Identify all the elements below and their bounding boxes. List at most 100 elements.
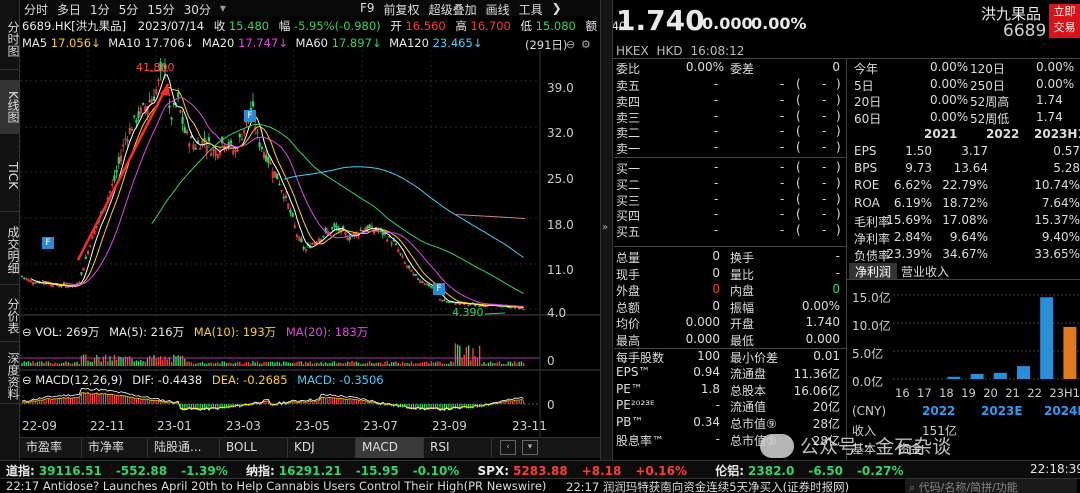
profit-bar[interactable]: [1063, 326, 1077, 379]
volume-bar: [133, 361, 135, 366]
volume-bar: [27, 361, 30, 366]
tab-net-profit[interactable]: 净利润: [849, 263, 897, 279]
macd-bar: [349, 399, 351, 404]
volume-bar: [252, 361, 254, 366]
perf-value: 0.00%: [930, 109, 969, 124]
fin-label: ROE: [854, 178, 880, 193]
fin-value: 5.28: [1053, 161, 1080, 176]
overlay-button[interactable]: 超级叠加: [429, 1, 477, 18]
tab-fenshi[interactable]: 分时图: [0, 8, 20, 70]
period-15min[interactable]: 15分: [147, 1, 174, 18]
trade-button-line1: 立即: [1053, 5, 1076, 18]
candle: [260, 146, 263, 150]
book-paren-left: (: [796, 160, 801, 174]
tab-pe[interactable]: 市盈率: [20, 437, 82, 458]
f-marker[interactable]: F: [42, 237, 54, 249]
macd-bar: [342, 399, 344, 404]
search-box[interactable]: ⌕ 代码/名称/简拼/功能: [905, 479, 1077, 493]
fin-label: 净利率: [854, 232, 891, 246]
trade-button[interactable]: 立即 交易: [1049, 4, 1080, 38]
period-1min[interactable]: 1分: [90, 1, 110, 18]
quote-time: 16:08:12: [690, 44, 745, 58]
macd-collapse-icon[interactable]: ⊖: [22, 373, 32, 387]
macd-bar: [36, 401, 38, 404]
f-marker[interactable]: F: [244, 110, 256, 122]
fin-value: 9.40%: [1041, 230, 1080, 244]
period-fenshi[interactable]: 分时: [24, 1, 48, 18]
tools-button[interactable]: 工具: [519, 1, 543, 18]
macd-bar: [155, 401, 157, 404]
ticker-value: 16291.21: [278, 464, 342, 478]
tab-macd[interactable]: MACD: [356, 437, 424, 458]
macd-bar: [256, 404, 258, 405]
book-price: -: [714, 140, 719, 155]
news-text: Antidose? Launches April 20th to Help Ca…: [42, 479, 546, 493]
candle: [141, 102, 145, 105]
tab-revenue[interactable]: 营业收入: [901, 263, 949, 280]
watermark-text: 公众号 · 金石杂谈: [800, 436, 952, 458]
f-marker[interactable]: F: [433, 283, 445, 295]
volume-bar: [278, 362, 281, 366]
profit-bar[interactable]: [993, 372, 1007, 379]
macd-header: ⊖ MACD(12,26,9) DIF: -0.4438 DEA: -0.268…: [22, 373, 384, 389]
volume-bar: [43, 363, 45, 366]
volume-bar: [239, 361, 241, 366]
news-item[interactable]: 22:17 润润玛特获南向资金连续5天净买入(证券时报网): [566, 479, 896, 493]
profit-bar[interactable]: [970, 373, 984, 379]
tab-trade-detail[interactable]: 成交明细: [0, 215, 20, 285]
book-price: -: [714, 160, 719, 174]
vol-ma10: MA(10): 193万: [193, 325, 277, 339]
fin-label: EPS: [854, 144, 877, 158]
f9-button[interactable]: F9: [360, 1, 375, 18]
profit-bar[interactable]: [1040, 297, 1054, 379]
volume-bar: [496, 362, 498, 366]
book-volume: -: [780, 160, 785, 174]
volume-bar: [408, 363, 410, 366]
tab-depth[interactable]: 深度资料: [0, 348, 20, 404]
volume-bar: [100, 361, 102, 366]
macd-bar: [144, 399, 146, 404]
fin-value: 22.79%: [942, 178, 988, 193]
wc-value: 0: [832, 60, 840, 74]
tab-connect[interactable]: 陆股通...: [148, 437, 220, 458]
profit-bar[interactable]: [1017, 366, 1030, 379]
tab-boll[interactable]: BOLL: [220, 437, 288, 458]
vol-collapse-icon[interactable]: ⊖: [22, 325, 32, 339]
chevron-right-icon[interactable]: ❯: [552, 1, 562, 18]
tab-kdj[interactable]: KDJ: [288, 437, 356, 458]
period-30min[interactable]: 30分: [184, 1, 211, 18]
ticker-change: -15.95: [355, 464, 399, 478]
scroll-left-icon[interactable]: ‹: [500, 440, 516, 455]
ma10-value: 17.706↓: [144, 36, 195, 50]
tab-kline[interactable]: K线图: [0, 80, 20, 134]
candle: [421, 281, 424, 284]
period-dropdown-icon[interactable]: ▾: [220, 1, 226, 18]
news-item[interactable]: 22:17 Antidose? Launches April 20th to H…: [6, 479, 546, 493]
volume-bar: [199, 362, 201, 366]
volume-bar: [287, 362, 289, 366]
book-count: -: [822, 77, 827, 91]
tab-pb[interactable]: 市净率: [82, 437, 148, 458]
stat-value: 0.000: [805, 332, 840, 346]
candle: [258, 142, 261, 147]
tab-tick[interactable]: TICK: [0, 140, 20, 212]
expand-icon[interactable]: »: [602, 222, 608, 233]
volume-bar: [364, 363, 366, 366]
tab-price-table[interactable]: 分价表: [0, 290, 20, 342]
stock-code: 6689: [1003, 21, 1047, 41]
volume-bar: [166, 359, 168, 366]
macd-bar: [157, 401, 159, 404]
stat-row: PE™ 1.8 总股本 16.06亿: [616, 382, 844, 398]
candle: [80, 272, 83, 275]
period-multiday[interactable]: 多日: [57, 1, 81, 18]
scroll-down-icon[interactable]: ▾: [522, 440, 538, 455]
profit-bar[interactable]: [947, 376, 961, 379]
macd-bar: [364, 401, 366, 404]
stat-label: 现手: [616, 267, 641, 282]
draw-button[interactable]: 画线: [486, 1, 510, 18]
candle: [331, 227, 334, 229]
fuquan-button[interactable]: 前复权: [384, 1, 420, 18]
candle: [152, 96, 156, 101]
period-5min[interactable]: 5分: [119, 1, 139, 18]
tab-rsi[interactable]: RSI: [424, 437, 492, 458]
